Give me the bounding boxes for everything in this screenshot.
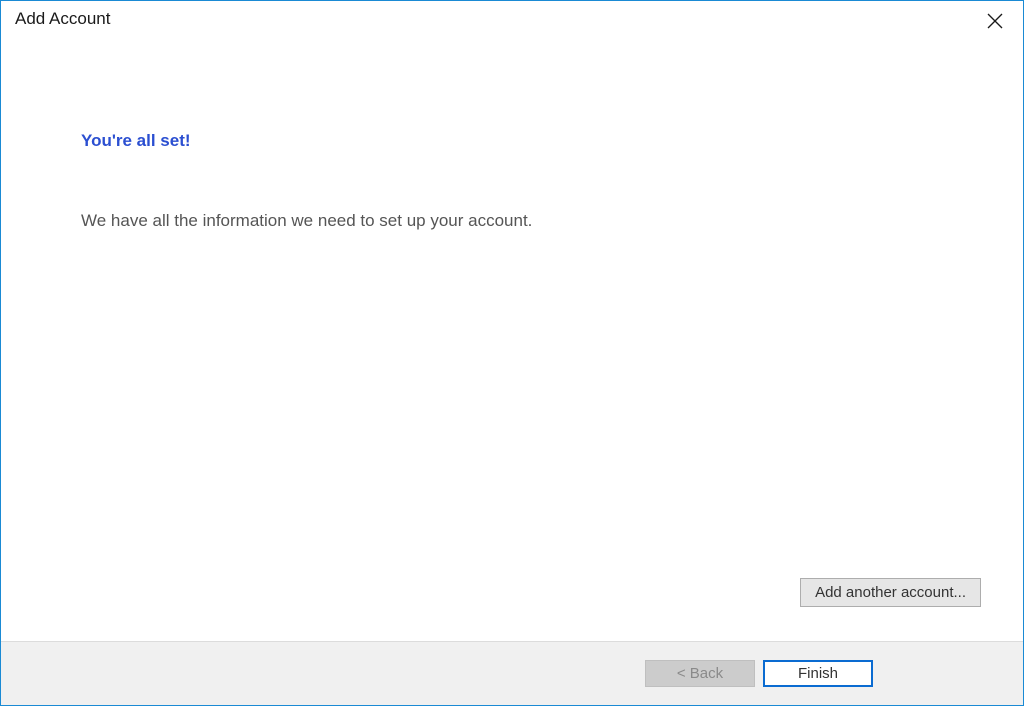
body-text: We have all the information we need to s… — [81, 211, 943, 231]
window-title: Add Account — [15, 9, 110, 29]
headline-text: You're all set! — [81, 131, 943, 151]
finish-button[interactable]: Finish — [763, 660, 873, 687]
add-another-wrapper: Add another account... — [800, 578, 981, 607]
content-area: You're all set! We have all the informat… — [1, 41, 1023, 641]
title-bar: Add Account — [1, 1, 1023, 41]
add-another-account-button[interactable]: Add another account... — [800, 578, 981, 607]
back-button: < Back — [645, 660, 755, 687]
footer-bar: < Back Finish — [1, 641, 1023, 705]
close-icon[interactable] — [981, 9, 1009, 36]
